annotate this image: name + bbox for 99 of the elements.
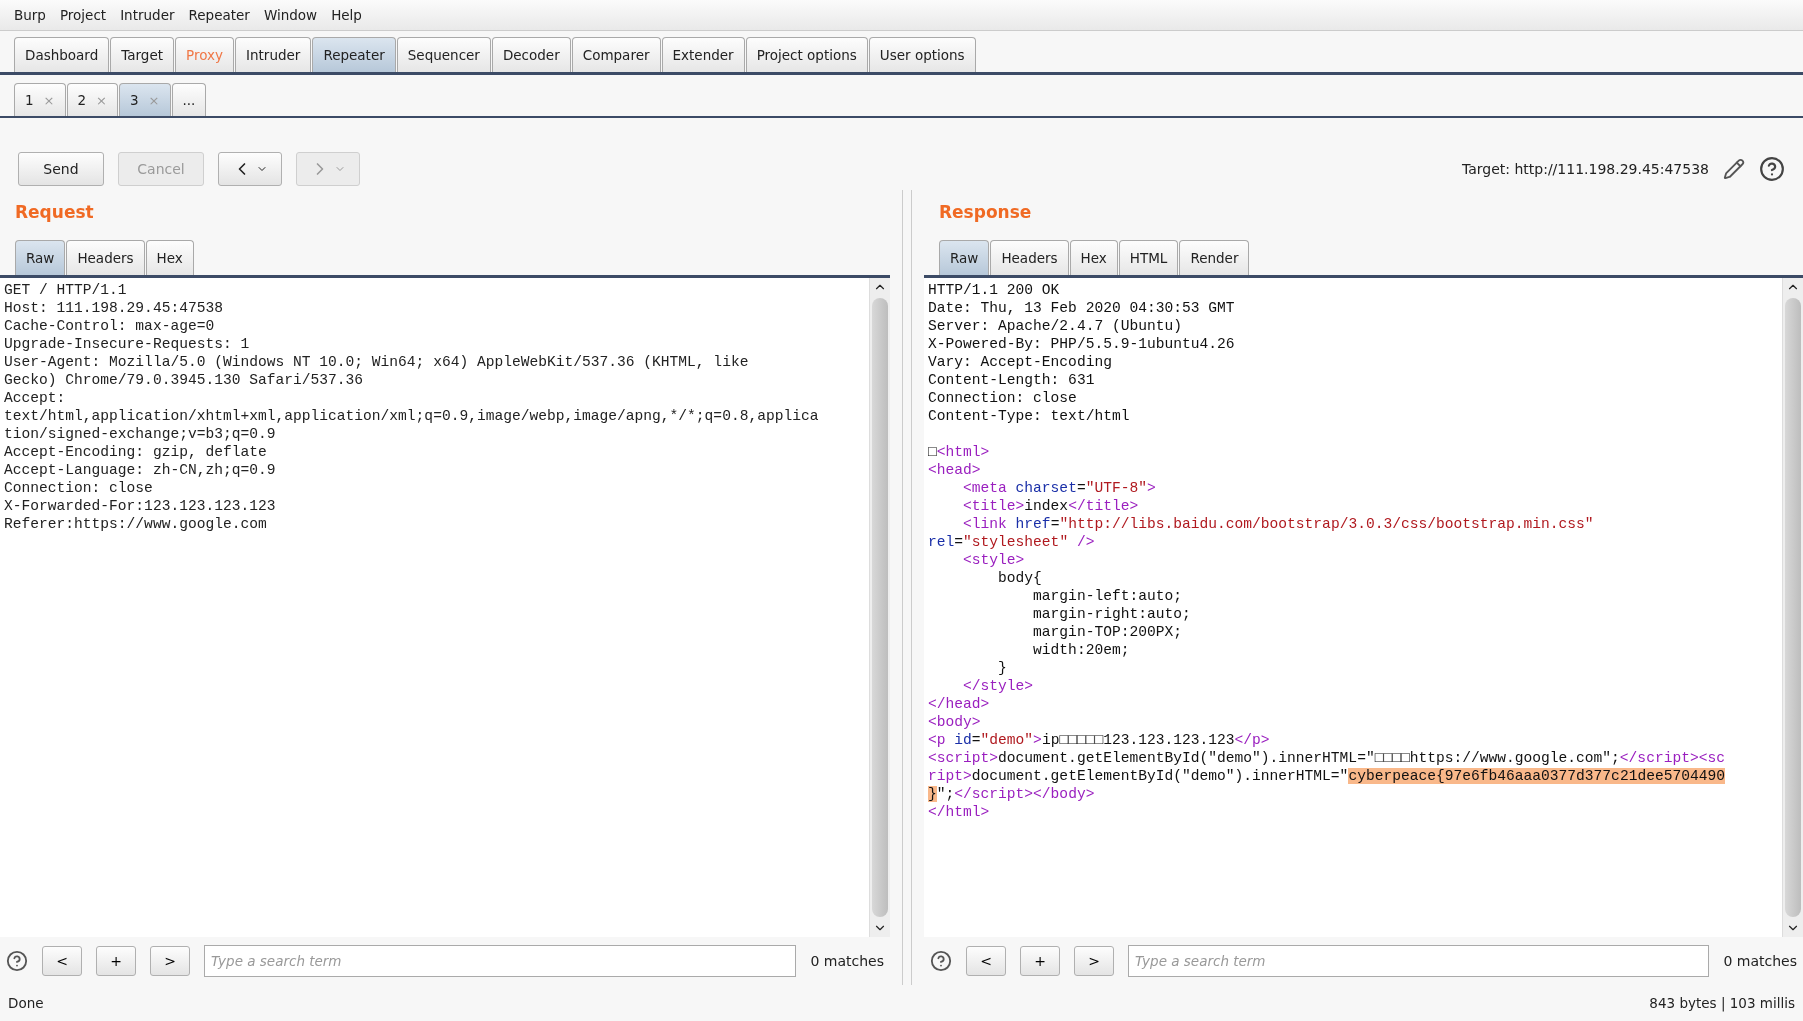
code-line: User-Agent: Mozilla/5.0 (Windows NT 10.0; Win64; x64) AppleWebKit/537.36 (KHTML, like [4,353,749,371]
code-line: HTTP/1.1 200 OK [928,281,1060,299]
send-button[interactable]: Send [18,152,104,186]
tab-label: 2 [77,92,87,108]
help-icon[interactable] [1759,156,1785,182]
repeater-tab[interactable]: ... [171,83,207,116]
editor-tab[interactable]: Raw [939,240,990,275]
scroll-thumb[interactable] [872,298,888,917]
repeater-tab[interactable]: 2 × [66,83,118,116]
editor-tab[interactable]: Render [1179,240,1250,275]
code-line: Host: 111.198.29.45:47538 [4,299,223,317]
main-tab[interactable]: Sequencer [396,37,491,72]
main-tab[interactable]: Dashboard [14,37,110,72]
help-icon[interactable] [930,950,952,972]
code-line: text/html,application/xhtml+xml,application/xml;q=0.9,image/webp,image/apng,*/*;q=0.8,applica [4,407,819,425]
main-tab[interactable]: Comparer [571,37,661,72]
editor-tab[interactable]: Headers [66,240,145,275]
status-text: Done [8,995,44,1011]
code-line: <script>document.getElementById("demo").innerHTML="□□□□https://www.google.com";</script><sc [928,749,1725,767]
code-line: margin-left:auto; [1032,587,1182,605]
menu-item[interactable]: Burp [14,7,46,23]
pane-title: Response [938,201,1033,224]
code-line: Connection: close [4,479,153,497]
code-line: X-Powered-By: PHP/5.5.9-1ubuntu4.26 [928,335,1235,353]
code-line: margin-TOP:200PX; [1032,623,1182,641]
editor-tab[interactable]: Hex [145,240,194,275]
tab-label: 3 [130,92,139,108]
main-tab[interactable]: Repeater [312,37,396,72]
search-nav-button[interactable]: + [96,946,136,976]
code-line: Gecko) Chrome/79.0.3945.130 Safari/537.36 [4,371,364,389]
main-tab[interactable]: Decoder [491,37,571,72]
editor-tab[interactable]: Hex [1069,240,1118,275]
editor-tab[interactable]: Headers [990,240,1069,275]
code-line: margin-right:auto; [1032,605,1191,623]
menu-item[interactable]: Help [331,7,362,23]
tab-label: ... [182,92,196,108]
search-nav-button[interactable]: > [150,946,190,976]
code-line: □<html> [928,443,990,461]
code-line: ript>document.getElementById("demo").innerHTML="cyberpeace{97e6fb46aaa0377d377c21dee5704490 [928,767,1725,785]
code-line: </style> [962,677,1034,695]
code-line: Vary: Accept-Encoding [928,353,1112,371]
code-line: width:20em; [1032,641,1130,659]
code-line: Upgrade-Insecure-Requests: 1 [4,335,250,353]
code-line: Content-Length: 631 [928,371,1095,389]
code-line: <title>index</title> [962,497,1139,515]
scrollbar[interactable] [1782,278,1803,937]
main-tab[interactable]: Project options [745,37,868,72]
main-tab[interactable]: User options [868,37,976,72]
editor-tab[interactable]: Raw [15,240,66,275]
code-line: Connection: close [928,389,1077,407]
code-line: Content-Type: text/html [928,407,1130,425]
menu-item[interactable]: Intruder [120,7,175,23]
edit-icon[interactable] [1723,158,1745,180]
code-line: <link href="http://libs.baidu.com/bootstrap/3.0.3/css/bootstrap.min.css" [962,515,1594,533]
code-line: Date: Thu, 13 Feb 2020 04:30:53 GMT [928,299,1235,317]
code-line: GET / HTTP/1.1 [4,281,127,299]
code-line: rel="stylesheet" /> [928,533,1095,551]
menu-item[interactable]: Project [59,7,107,23]
search-nav-button[interactable]: < [42,946,82,976]
match-count: 0 matches [1723,953,1797,969]
code-line: <body> [928,713,981,731]
repeater-tab[interactable]: 1 × [14,83,66,116]
scroll-thumb[interactable] [1785,298,1801,917]
code-line: Cache-Control: max-age=0 [4,317,215,335]
search-nav-button[interactable]: + [1020,946,1060,976]
repeater-tab[interactable]: 3 × [119,83,171,116]
menu-item[interactable]: Window [263,7,318,23]
match-count: 0 matches [810,953,884,969]
code-line: X-Forwarded-For:123.123.123.123 [4,497,276,515]
tab-label: 1 [25,92,34,108]
code-line: <head> [928,461,981,479]
code-line: Accept-Encoding: gzip, deflate [4,443,267,461]
code-line: Accept: [4,389,66,407]
code-line: } [997,659,1007,677]
code-line: Referer:https://www.google.com [4,515,267,533]
response-stats: 843 bytes | 103 millis [1649,995,1795,1011]
code-line: </html> [928,803,990,821]
menu-item[interactable]: Repeater [188,7,250,23]
editor-tab[interactable]: HTML [1118,240,1179,275]
code-line: <style> [962,551,1025,569]
code-line: tion/signed-exchange;v=b3;q=0.9 [4,425,276,443]
target-url: Target: http://111.198.29.45:47538 [1461,161,1709,177]
scrollbar[interactable] [869,278,890,937]
search-nav-button[interactable]: < [966,946,1006,976]
main-tab[interactable]: Target [110,37,174,72]
pane-title: Request [14,201,95,224]
main-tab[interactable]: Intruder [235,37,312,72]
code-line: Server: Apache/2.4.7 (Ubuntu) [928,317,1182,335]
code-line: <meta charset="UTF-8"> [962,479,1156,497]
search-nav-button[interactable]: > [1074,946,1114,976]
search-field[interactable]: Type a search term [204,945,797,977]
code-line: <p id="demo">ip□□□□□123.123.123.123</p> [928,731,1270,749]
search-field[interactable]: Type a search term [1128,945,1710,977]
code-line: Accept-Language: zh-CN,zh;q=0.9 [4,461,276,479]
code-line: body{ [997,569,1042,587]
code-line: </head> [928,695,990,713]
code-line: }";</script></body> [928,785,1095,803]
main-tab[interactable]: Extender [661,37,745,72]
help-icon[interactable] [6,950,28,972]
